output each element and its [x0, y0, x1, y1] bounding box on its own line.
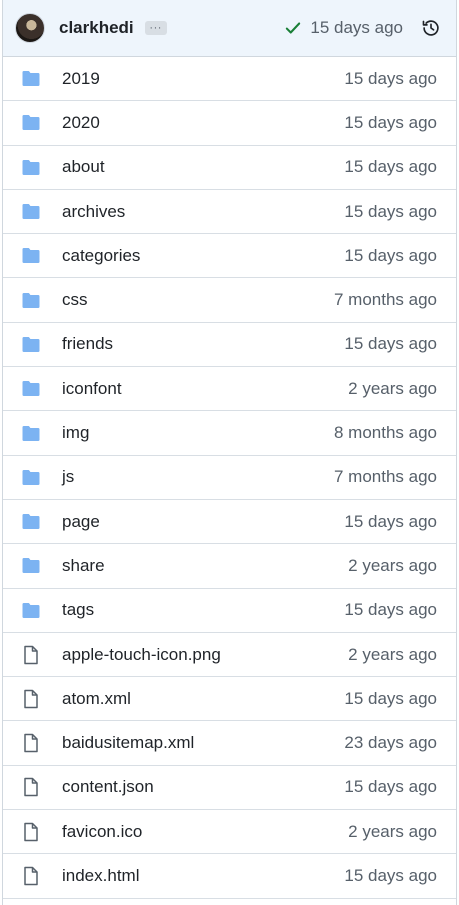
file-browser: clarkhedi ··· 15 days ago 2019 15 days ag… — [2, 0, 457, 905]
folder-icon — [20, 378, 41, 399]
file-commit-time[interactable]: 2 years ago — [348, 379, 437, 399]
file-row[interactable]: atom.xml 15 days ago — [3, 677, 456, 722]
file-name-link[interactable]: about — [62, 157, 105, 177]
folder-icon — [20, 511, 41, 532]
file-commit-time[interactable]: 15 days ago — [344, 69, 437, 89]
file-name-link[interactable]: page — [62, 512, 100, 532]
file-name-link[interactable]: 2020 — [62, 113, 100, 133]
file-commit-time[interactable]: 2 years ago — [348, 645, 437, 665]
file-name-link[interactable]: apple-touch-icon.png — [62, 645, 221, 665]
folder-icon — [20, 157, 41, 178]
folder-icon — [20, 290, 41, 311]
folder-icon — [20, 467, 41, 488]
file-row[interactable]: 2020 15 days ago — [3, 101, 456, 146]
folder-icon — [20, 245, 41, 266]
file-name-link[interactable]: categories — [62, 246, 140, 266]
file-commit-time[interactable]: 15 days ago — [344, 866, 437, 886]
file-commit-time[interactable]: 15 days ago — [344, 600, 437, 620]
folder-icon — [20, 334, 41, 355]
file-row[interactable]: tags 15 days ago — [3, 589, 456, 633]
file-row[interactable]: content.json 15 days ago — [3, 766, 456, 811]
file-commit-time[interactable]: 15 days ago — [344, 689, 437, 709]
file-commit-time[interactable]: 15 days ago — [344, 113, 437, 133]
file-row[interactable]: apple-touch-icon.png 2 years ago — [3, 633, 456, 678]
file-commit-time[interactable]: 15 days ago — [344, 157, 437, 177]
folder-icon — [20, 112, 41, 133]
file-row[interactable]: iconfont 2 years ago — [3, 367, 456, 412]
commit-author[interactable]: clarkhedi — [59, 18, 134, 38]
file-row[interactable]: categories 15 days ago — [3, 234, 456, 279]
avatar[interactable] — [15, 13, 45, 43]
folder-icon — [20, 68, 41, 89]
commit-message-toggle[interactable]: ··· — [144, 21, 167, 35]
file-commit-time[interactable]: 15 days ago — [344, 334, 437, 354]
file-row[interactable]: favicon.ico 2 years ago — [3, 810, 456, 855]
folder-icon — [20, 600, 41, 621]
file-name-link[interactable]: archives — [62, 202, 125, 222]
file-name-link[interactable]: content.json — [62, 777, 154, 797]
file-commit-time[interactable]: 15 days ago — [344, 202, 437, 222]
file-icon — [20, 644, 41, 665]
file-row[interactable]: index.html 15 days ago — [3, 854, 456, 899]
file-icon — [20, 777, 41, 798]
file-row[interactable]: friends 15 days ago — [3, 323, 456, 368]
commit-time[interactable]: 15 days ago — [310, 18, 403, 38]
file-name-link[interactable]: js — [62, 467, 74, 487]
file-name-link[interactable]: index.html — [62, 866, 139, 886]
folder-icon — [20, 555, 41, 576]
file-commit-time[interactable]: 7 months ago — [334, 290, 437, 310]
file-row[interactable]: archives 15 days ago — [3, 190, 456, 235]
file-row[interactable]: 2019 15 days ago — [3, 57, 456, 102]
file-name-link[interactable]: tags — [62, 600, 94, 620]
folder-icon — [20, 201, 41, 222]
file-icon — [20, 733, 41, 754]
file-name-link[interactable]: css — [62, 290, 88, 310]
folder-icon — [20, 423, 41, 444]
file-name-link[interactable]: atom.xml — [62, 689, 131, 709]
file-name-link[interactable]: friends — [62, 334, 113, 354]
file-row[interactable]: css 7 months ago — [3, 278, 456, 323]
file-name-link[interactable]: 2019 — [62, 69, 100, 89]
file-name-link[interactable]: iconfont — [62, 379, 122, 399]
file-commit-time[interactable]: 15 days ago — [344, 512, 437, 532]
file-commit-time[interactable]: 7 months ago — [334, 467, 437, 487]
file-row[interactable]: baidusitemap.xml 23 days ago — [3, 721, 456, 766]
file-name-link[interactable]: favicon.ico — [62, 822, 142, 842]
history-icon[interactable] — [420, 17, 442, 39]
file-row[interactable]: img 8 months ago — [3, 411, 456, 456]
file-icon — [20, 865, 41, 886]
file-name-link[interactable]: img — [62, 423, 89, 443]
file-commit-time[interactable]: 2 years ago — [348, 556, 437, 576]
file-commit-time[interactable]: 15 days ago — [344, 246, 437, 266]
file-list: 2019 15 days ago 2020 15 days ago about 15 da… — [3, 57, 456, 899]
file-commit-time[interactable]: 2 years ago — [348, 822, 437, 842]
file-icon — [20, 821, 41, 842]
latest-commit-bar: clarkhedi ··· 15 days ago — [3, 0, 456, 57]
file-commit-time[interactable]: 8 months ago — [334, 423, 437, 443]
file-name-link[interactable]: baidusitemap.xml — [62, 733, 194, 753]
file-row[interactable]: share 2 years ago — [3, 544, 456, 589]
file-commit-time[interactable]: 23 days ago — [344, 733, 437, 753]
check-icon — [286, 22, 301, 34]
file-row[interactable]: about 15 days ago — [3, 146, 456, 190]
file-commit-time[interactable]: 15 days ago — [344, 777, 437, 797]
file-name-link[interactable]: share — [62, 556, 105, 576]
file-row[interactable]: js 7 months ago — [3, 456, 456, 500]
file-icon — [20, 688, 41, 709]
file-row[interactable]: page 15 days ago — [3, 500, 456, 545]
